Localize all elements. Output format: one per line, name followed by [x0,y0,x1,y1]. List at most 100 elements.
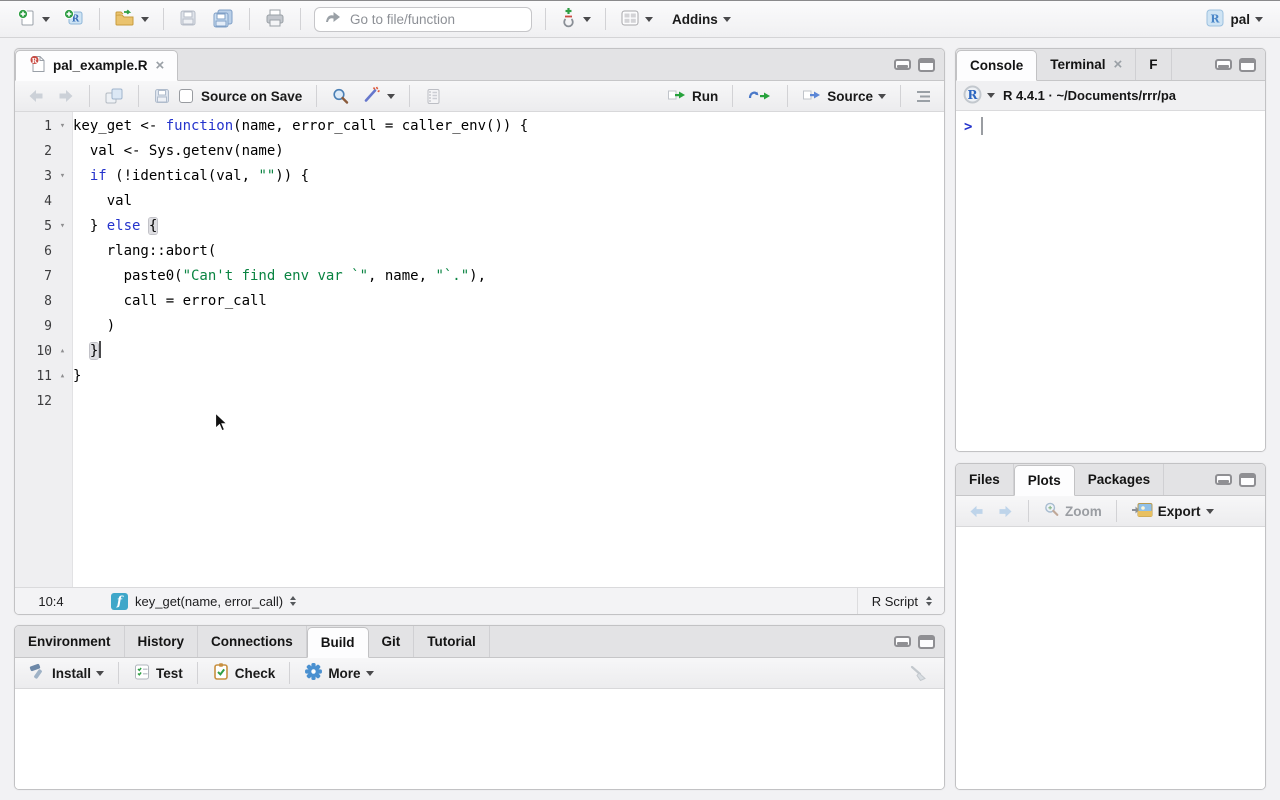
console-output[interactable]: > [956,111,1265,451]
code-line-7[interactable]: 7 paste0("Can't find env var `", name, "… [15,264,944,289]
code-tools-button[interactable] [358,83,399,109]
code-line-10[interactable]: 10▴ } [15,339,944,364]
test-checklist-icon [133,663,151,684]
toolbar-separator [787,85,788,107]
panes-dropdown-caret[interactable] [645,17,653,22]
tab-git[interactable]: Git [369,626,415,657]
more-button[interactable]: More [300,660,377,686]
test-button[interactable]: Test [129,661,187,686]
function-scope-label[interactable]: key_get(name, error_call) [135,594,283,609]
check-button[interactable]: Check [208,660,280,686]
addins-button[interactable]: Addins [667,10,736,29]
code-line-4[interactable]: 4 val [15,189,944,214]
new-project-button[interactable]: R [58,6,90,33]
source-on-save-checkbox[interactable] [179,89,193,103]
project-dropdown-caret[interactable] [1255,17,1263,22]
zoom-plot-button[interactable]: Zoom [1039,499,1106,523]
fold-marker-icon[interactable]: ▾ [52,114,73,139]
tab-close-icon[interactable]: × [156,57,165,74]
source-dropdown-caret[interactable] [878,94,886,99]
compile-report-button[interactable] [420,85,446,108]
version-control-button[interactable] [555,5,596,34]
gear-icon [304,662,323,684]
code-line-11[interactable]: 11▴} [15,364,944,389]
tab-connections[interactable]: Connections [198,626,307,657]
code-line-6[interactable]: 6 rlang::abort( [15,239,944,264]
tab-environment[interactable]: Environment [15,626,125,657]
code-line-9[interactable]: 9 ) [15,314,944,339]
maximize-pane-icon[interactable] [918,58,935,72]
source-pane: R pal_example.R × Source on Save [14,48,945,615]
clear-build-button[interactable] [904,662,932,684]
install-button[interactable]: Install [23,660,108,686]
fold-marker-icon[interactable]: ▴ [52,364,73,389]
workspace-panes-button[interactable] [615,6,658,33]
open-file-button[interactable] [109,6,154,33]
minimize-pane-icon[interactable] [1215,59,1232,70]
fold-marker-icon[interactable]: ▾ [52,214,73,239]
tab-packages[interactable]: Packages [1075,464,1164,495]
code-tools-dropdown-caret[interactable] [387,94,395,99]
export-dropdown-caret[interactable] [1206,509,1214,514]
code-line-5[interactable]: 5▾ } else { [15,214,944,239]
minimize-pane-icon[interactable] [1215,474,1232,485]
r-version-dropdown-caret[interactable] [987,93,995,98]
install-dropdown-caret[interactable] [96,671,104,676]
popout-window-button[interactable] [100,85,128,107]
code-line-2[interactable]: 2 val <- Sys.getenv(name) [15,139,944,164]
code-line-1[interactable]: 1▾key_get <- function(name, error_call =… [15,114,944,139]
toolbar-separator [545,8,546,30]
run-button[interactable]: Run [663,84,722,109]
project-menu-button[interactable]: R pal [1200,6,1268,33]
addins-dropdown-caret[interactable] [723,17,731,22]
panes-layout-icon [620,8,640,31]
tab-console[interactable]: Console [956,50,1037,81]
open-file-dropdown-caret[interactable] [141,17,149,22]
tab-plots[interactable]: Plots [1014,465,1075,496]
maximize-pane-icon[interactable] [918,635,935,649]
tab-history[interactable]: History [125,626,199,657]
tab-label: Packages [1088,472,1150,487]
goto-file-input[interactable]: Go to file/function [314,7,532,32]
more-dropdown-caret[interactable] [366,671,374,676]
find-replace-button[interactable] [327,85,354,108]
minimize-pane-icon[interactable] [894,636,911,647]
scope-selector-icon[interactable] [290,596,296,606]
forward-button[interactable] [53,87,79,105]
tab-terminal[interactable]: Terminal× [1037,49,1136,80]
file-type-selector-icon[interactable] [926,596,932,606]
maximize-pane-icon[interactable] [1239,473,1256,487]
tab-f[interactable]: F [1136,49,1171,80]
minimize-pane-icon[interactable] [894,59,911,70]
tab-build[interactable]: Build [307,627,369,658]
new-file-dropdown-caret[interactable] [42,17,50,22]
tab-files[interactable]: Files [956,464,1014,495]
source-button[interactable]: Source [798,84,890,109]
code-line-8[interactable]: 8 call = error_call [15,289,944,314]
maximize-pane-icon[interactable] [1239,58,1256,72]
toolbar-separator [138,85,139,107]
code-editor[interactable]: 1▾key_get <- function(name, error_call =… [15,112,944,587]
tab-tutorial[interactable]: Tutorial [414,626,490,657]
version-control-dropdown-caret[interactable] [583,17,591,22]
new-file-button[interactable] [12,6,55,33]
print-button[interactable] [259,6,291,33]
tab-pal-example[interactable]: R pal_example.R × [15,50,178,81]
next-plot-button[interactable] [993,503,1018,520]
save-document-button[interactable] [149,85,175,107]
save-button[interactable] [173,6,203,33]
document-outline-button[interactable] [911,87,936,106]
file-type-selector[interactable]: R Script [857,588,944,614]
tab-close-icon[interactable]: × [1114,56,1123,73]
code-line-12[interactable]: 12 [15,389,944,414]
export-plot-button[interactable]: Export [1127,500,1218,523]
back-button[interactable] [23,87,49,105]
toolbar-separator [605,8,606,30]
code-line-3[interactable]: 3▾ if (!identical(val, "")) { [15,164,944,189]
rerun-button[interactable] [743,85,777,107]
save-all-button[interactable] [206,6,240,33]
previous-plot-button[interactable] [964,503,989,520]
tab-label: F [1149,57,1157,72]
fold-marker-icon[interactable]: ▴ [52,339,73,364]
fold-marker-icon[interactable]: ▾ [52,164,73,189]
